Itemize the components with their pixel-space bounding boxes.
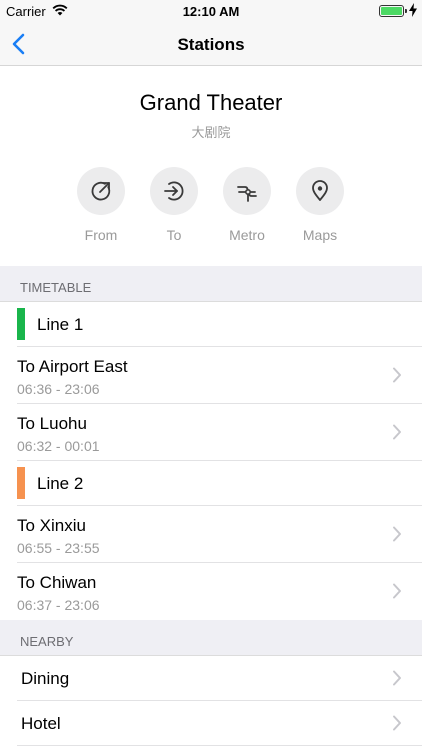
destination-row[interactable]: To Chiwan 06:37 - 23:06 [0,563,422,620]
maps-circle[interactable] [296,167,344,215]
destination-name: To Chiwan [17,573,97,592]
chevron-right-icon [393,526,401,542]
station-subtitle: 大剧院 [191,125,231,140]
status-bar: Carrier 12:10 AM [0,0,422,22]
arrow-in-icon [164,181,184,201]
metro-button[interactable]: Metro [217,167,277,243]
station-header: Grand Theater 大剧院 From To Metro Maps [0,66,422,266]
to-circle[interactable] [150,167,198,215]
destination-name: To Luohu [17,414,87,433]
operating-hours: 06:55 - 23:55 [17,540,100,556]
to-label: To [166,227,182,243]
chevron-right-icon [393,424,401,440]
status-time: 12:10 AM [182,4,240,19]
metro-circle[interactable] [223,167,271,215]
nearby-item-label: Hotel [21,714,61,733]
station-name: Grand Theater [139,90,283,115]
page-title: Stations [177,35,245,54]
map-pin-icon [312,180,328,201]
navigation-bar: Stations [0,22,422,66]
chevron-right-icon [393,715,401,731]
battery-tip [405,9,407,13]
line-name: Line 1 [37,315,84,334]
from-circle[interactable] [77,167,125,215]
metro-label: Metro [229,227,265,243]
destination-row[interactable]: To Xinxiu 06:55 - 23:55 [0,506,422,563]
destination-name: To Airport East [17,357,128,376]
destination-name: To Xinxiu [17,516,86,535]
line-name: Line 2 [37,474,84,493]
operating-hours: 06:37 - 23:06 [17,597,100,613]
timetable-section-header: TIMETABLE [0,266,422,302]
operating-hours: 06:36 - 23:06 [17,381,100,397]
destination-row[interactable]: To Luohu 06:32 - 00:01 [0,404,422,461]
line-header-row: Line 1 [0,302,422,347]
nearby-item-dining[interactable]: Dining [0,656,422,701]
arrow-out-icon [91,181,111,201]
operating-hours: 06:32 - 00:01 [17,438,100,454]
destination-row[interactable]: To Airport East 06:36 - 23:06 [0,347,422,404]
from-label: From [84,227,118,243]
chevron-right-icon [393,670,401,686]
chevron-right-icon [393,583,401,599]
maps-button[interactable]: Maps [290,167,350,243]
maps-label: Maps [302,227,338,243]
metro-icon [237,186,257,202]
to-button[interactable]: To [144,167,204,243]
charging-bolt-icon [409,3,417,17]
chevron-right-icon [393,367,401,383]
line-color-bar [17,308,25,340]
nearby-section-header: NEARBY [0,620,422,656]
line-color-bar [17,467,25,499]
nearby-item-label: Dining [21,669,70,688]
line-header-row: Line 2 [0,461,422,506]
nearby-item-hotel[interactable]: Hotel [0,701,422,746]
from-button[interactable]: From [71,167,131,243]
battery-icon [379,5,404,17]
